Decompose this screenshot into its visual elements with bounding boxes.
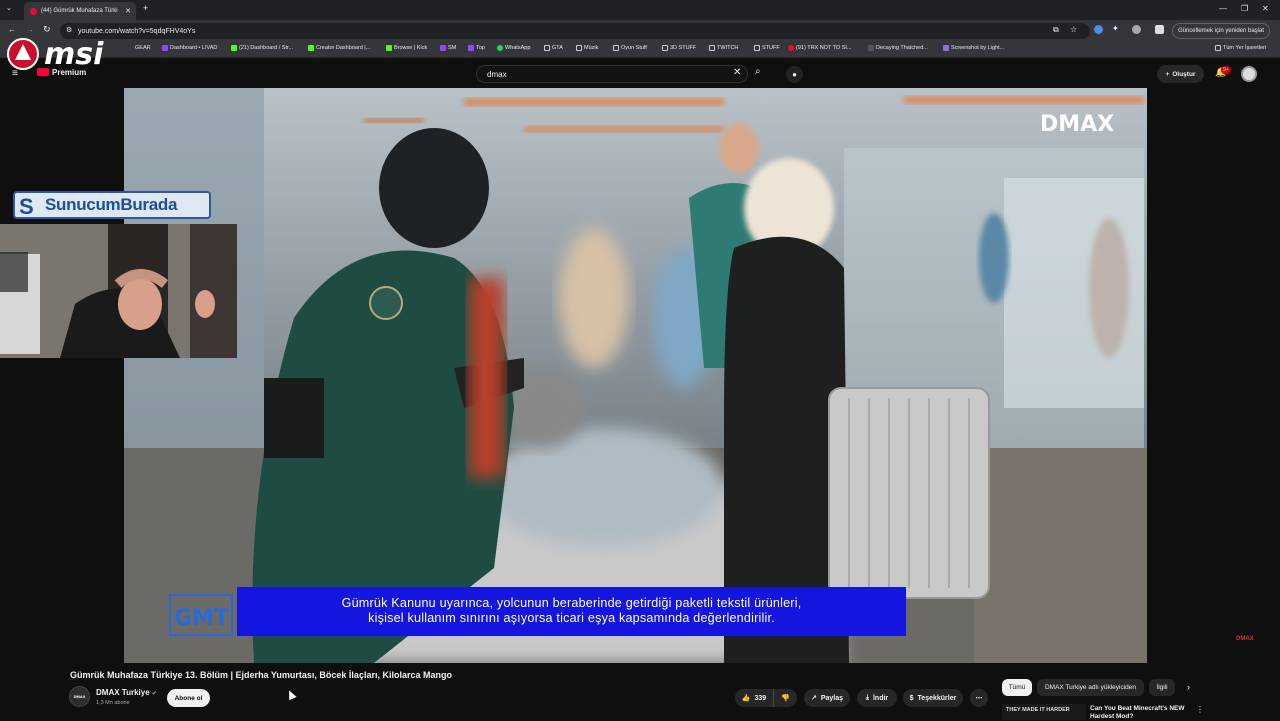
tab-close-icon[interactable]: ✕ bbox=[125, 7, 131, 15]
extension-icon[interactable] bbox=[1094, 25, 1103, 34]
subtitle-line-2: kişisel kullanım sınırını aşıyorsa ticar… bbox=[368, 611, 775, 625]
create-button[interactable]: + Oluştur bbox=[1157, 65, 1204, 83]
svg-text:msi: msi bbox=[44, 37, 104, 72]
thumbs-up-icon: 👍 bbox=[741, 695, 751, 702]
close-window-icon[interactable]: ✕ bbox=[1262, 4, 1269, 13]
bookmark-folder[interactable]: TWITCH bbox=[709, 45, 738, 51]
site-info-icon[interactable]: ⚙ bbox=[66, 26, 72, 34]
subtitle-line-1: Gümrük Kanunu uyarınca, yolcunun beraber… bbox=[341, 596, 802, 610]
new-tab-icon[interactable]: + bbox=[143, 3, 148, 13]
bookmark-folder[interactable]: Müzik bbox=[576, 45, 598, 51]
video-frame: DMAX bbox=[124, 88, 1147, 663]
notification-count-badge: 9+ bbox=[1221, 66, 1231, 74]
thumbs-down-icon: 👎 bbox=[781, 695, 790, 702]
bookmark-item[interactable]: Dashboard • LIVAD bbox=[162, 45, 217, 51]
svg-text:GMT: GMT bbox=[174, 606, 229, 631]
url-field[interactable]: ⚙ youtube.com/watch?v=5qdqFHV4oYs bbox=[60, 23, 1090, 39]
channel-name[interactable]: DMAX Turkiye ✔ bbox=[96, 688, 157, 697]
browser-address-bar: ← → ↻ ⚙ youtube.com/watch?v=5qdqFHV4oYs … bbox=[0, 20, 1280, 42]
recommended-menu-icon[interactable]: ⋮ bbox=[1196, 705, 1204, 714]
bookmark-folder[interactable]: GTA bbox=[544, 45, 563, 51]
bookmark-folder[interactable]: STUFF bbox=[754, 45, 780, 51]
account-avatar[interactable] bbox=[1241, 66, 1257, 82]
thanks-button[interactable]: $ Teşekkürler bbox=[903, 689, 963, 707]
webcam-frame bbox=[0, 224, 237, 358]
verified-icon: ✔ bbox=[151, 691, 157, 697]
bookmark-item[interactable]: Decaying Thatched... bbox=[868, 45, 928, 51]
bookmarks-bar: GEAR Dashboard • LIVAD (21) Dashboard / … bbox=[0, 42, 1280, 58]
dmax-watermark: DMAX bbox=[1040, 112, 1114, 137]
subscriber-count: 1,3 Mn abone bbox=[96, 700, 130, 706]
browser-tab[interactable]: (44) Gümrük Muhafaza Türki ✕ bbox=[24, 2, 136, 20]
minimize-icon[interactable]: — bbox=[1219, 4, 1227, 13]
bookmark-item[interactable]: (21) Dashboard / Str... bbox=[231, 45, 293, 51]
bookmark-folder[interactable]: 3D STUFF bbox=[662, 45, 696, 51]
all-bookmarks[interactable]: Tüm Yer İşaretleri bbox=[1215, 45, 1266, 51]
bookmark-item[interactable]: Top bbox=[468, 45, 485, 51]
search-value: dmax bbox=[487, 69, 507, 79]
clear-search-icon[interactable]: ✕ bbox=[733, 67, 741, 78]
browser-tab-strip: ⌄ (44) Gümrük Muhafaza Türki ✕ + — ❐ ✕ bbox=[0, 0, 1280, 20]
bookmark-item[interactable]: (91) TRX NOT TO SI... bbox=[788, 45, 852, 51]
video-player[interactable]: DMAX bbox=[124, 88, 1147, 663]
tab-title: (44) Gümrük Muhafaza Türki bbox=[41, 8, 118, 14]
recommended-title[interactable]: Can You Beat Minecraft's NEW Hardest Mod… bbox=[1090, 705, 1190, 721]
webcam-overlay bbox=[0, 224, 237, 358]
update-restart-button[interactable]: Güncellemek için yeniden başlat bbox=[1172, 23, 1270, 39]
sunucumburada-banner: S SunucumBurada bbox=[13, 191, 211, 219]
channel-avatar[interactable]: DMAX bbox=[69, 686, 90, 707]
recommended-thumbnail[interactable]: THEY MADE IT HARDER bbox=[1002, 704, 1086, 720]
bookmark-item[interactable]: Browse | Kick bbox=[386, 45, 427, 51]
search-input[interactable]: dmax bbox=[476, 65, 748, 83]
share-icon: ↗ bbox=[810, 695, 817, 702]
voice-search-icon[interactable]: ● bbox=[786, 66, 803, 83]
like-button[interactable]: 👍 339 bbox=[735, 689, 773, 707]
bookmark-item[interactable]: WhatsApp bbox=[497, 45, 530, 51]
sunucum-logo-icon: S bbox=[19, 194, 34, 219]
gmt-logo: GMT bbox=[169, 594, 233, 636]
dmax-corner-logo: DMAX bbox=[1236, 636, 1254, 642]
bookmark-item[interactable]: SM bbox=[440, 45, 456, 51]
back-icon[interactable]: ← bbox=[8, 25, 16, 34]
chip-related[interactable]: İlgili bbox=[1149, 679, 1175, 696]
forward-icon[interactable]: → bbox=[26, 25, 34, 34]
youtube-favicon-icon bbox=[30, 7, 37, 15]
dislike-button[interactable]: 👎 bbox=[773, 689, 797, 707]
extensions-puzzle-icon[interactable]: ✦ bbox=[1112, 24, 1119, 33]
share-button[interactable]: ↗ Paylaş bbox=[804, 689, 850, 707]
video-title: Gümrük Muhafaza Türkiye 13. Bölüm | Ejde… bbox=[70, 670, 452, 680]
bookmark-item[interactable]: Creator Dashboard |... bbox=[308, 45, 370, 51]
bookmark-star-icon[interactable]: ☆ bbox=[1070, 25, 1077, 34]
download-icon: ⤓ bbox=[865, 694, 869, 701]
chips-next-icon[interactable]: › bbox=[1187, 682, 1190, 692]
tab-search-icon[interactable]: ⌄ bbox=[6, 4, 12, 12]
chip-from-uploader[interactable]: DMAX Turkiye adlı yükleyiciden bbox=[1037, 679, 1144, 696]
url-text: youtube.com/watch?v=5qdqFHV4oYs bbox=[78, 27, 196, 35]
maximize-icon[interactable]: ❐ bbox=[1241, 4, 1248, 13]
chip-all[interactable]: Tümü bbox=[1002, 679, 1032, 696]
reload-icon[interactable]: ↻ bbox=[43, 24, 51, 35]
side-panel-icon[interactable] bbox=[1155, 25, 1164, 34]
thanks-icon: $ bbox=[909, 694, 914, 702]
mouse-cursor-icon bbox=[285, 688, 297, 701]
search-icon[interactable]: ⌕ bbox=[755, 66, 761, 77]
subscribe-button[interactable]: Abone ol bbox=[167, 689, 210, 707]
bookmark-item[interactable]: Screenshot by Light... bbox=[943, 45, 1004, 51]
cast-icon[interactable]: ⧉ bbox=[1053, 25, 1059, 35]
msi-logo: msi bbox=[7, 37, 104, 72]
download-button[interactable]: ⤓ İndir bbox=[857, 689, 897, 707]
more-actions-button[interactable]: ⋯ bbox=[970, 689, 988, 707]
profile-icon[interactable] bbox=[1132, 25, 1141, 34]
bookmark-folder[interactable]: Oyun Stuff bbox=[613, 45, 647, 51]
subtitle-caption: Gümrük Kanunu uyarınca, yolcunun beraber… bbox=[237, 587, 906, 636]
